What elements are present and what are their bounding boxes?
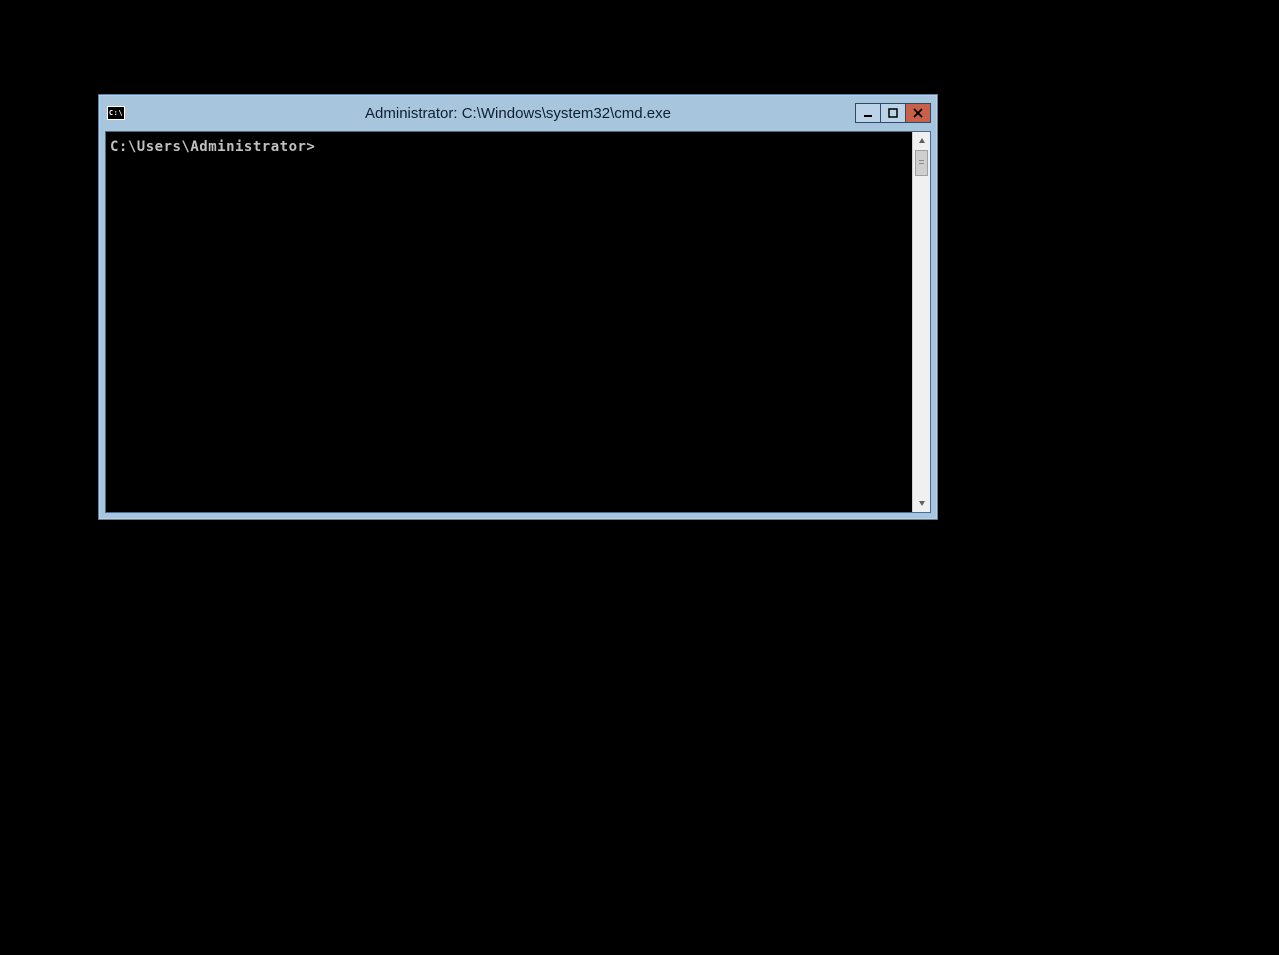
scrollbar-track[interactable]: [913, 150, 930, 494]
close-button[interactable]: [905, 103, 931, 123]
command-prompt: C:\Users\Administrator>: [110, 139, 315, 155]
client-area: C:\Users\Administrator>: [105, 131, 931, 513]
titlebar[interactable]: C:\ Administrator: C:\Windows\system32\c…: [99, 95, 937, 131]
window-title: Administrator: C:\Windows\system32\cmd.e…: [99, 105, 937, 122]
maximize-button[interactable]: [880, 103, 906, 123]
terminal-output[interactable]: C:\Users\Administrator>: [106, 132, 912, 512]
minimize-button[interactable]: [855, 103, 881, 123]
vertical-scrollbar[interactable]: [912, 132, 930, 512]
scrollbar-thumb[interactable]: [915, 150, 928, 176]
system-menu-icon[interactable]: C:\: [107, 106, 125, 120]
scroll-up-button[interactable]: [913, 132, 930, 150]
scroll-down-button[interactable]: [913, 494, 930, 512]
cmd-window: C:\ Administrator: C:\Windows\system32\c…: [98, 94, 938, 520]
window-controls: [856, 103, 931, 123]
